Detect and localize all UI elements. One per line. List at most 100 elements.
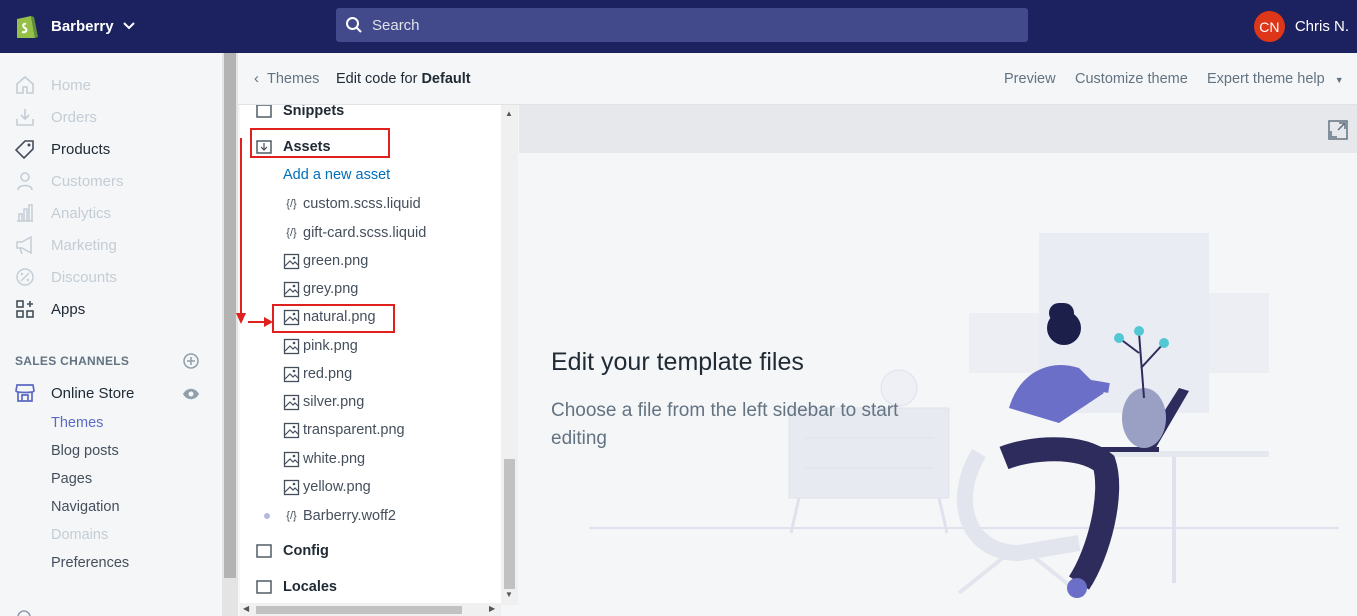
folder-icon bbox=[256, 544, 272, 558]
chevron-down-icon bbox=[122, 22, 135, 30]
preview-link[interactable]: Preview bbox=[1004, 71, 1056, 87]
annotation-arrow-icon bbox=[236, 138, 273, 327]
scroll-up-icon[interactable]: ▲ bbox=[505, 109, 513, 118]
sidebar-item-marketing[interactable]: Marketing bbox=[14, 233, 117, 257]
sidebar-item-analytics[interactable]: Analytics bbox=[14, 201, 111, 225]
sidebar-sub-domains[interactable]: Domains bbox=[51, 527, 108, 543]
file-yellow-png[interactable]: yellow.png bbox=[283, 474, 371, 500]
user-name: Chris N. bbox=[1294, 18, 1349, 35]
sidebar-item-label: Apps bbox=[51, 300, 86, 318]
file-label: grey.png bbox=[303, 281, 359, 297]
sidebar-item-label: Discounts bbox=[51, 268, 117, 286]
code-file-icon: {/} bbox=[286, 510, 297, 522]
file-barberry-woff2[interactable]: {/} Barberry.woff2 bbox=[283, 503, 396, 529]
file-red-png[interactable]: red.png bbox=[283, 361, 352, 387]
expand-icon[interactable] bbox=[1328, 120, 1348, 140]
folder-icon bbox=[256, 105, 272, 118]
folder-label: Config bbox=[283, 543, 329, 559]
unsaved-dot bbox=[264, 513, 270, 519]
sales-channels-title: SALES CHANNELS bbox=[15, 354, 130, 368]
file-tree: Snippets Assets Add a new asset {/} custo… bbox=[240, 105, 501, 605]
customize-theme-link[interactable]: Customize theme bbox=[1075, 71, 1188, 87]
sidebar-sub-pages[interactable]: Pages bbox=[51, 471, 92, 487]
store-name: Barberry bbox=[51, 17, 114, 35]
folder-icon bbox=[256, 580, 272, 594]
code-file-icon: {/} bbox=[286, 198, 297, 210]
scroll-left-icon[interactable]: ◀ bbox=[243, 604, 249, 613]
sidebar-item-customers[interactable]: Customers bbox=[14, 169, 124, 193]
highlight-natural-box bbox=[272, 304, 395, 333]
file-tree-vertical-scrollbar[interactable]: ▲ ▼ bbox=[501, 105, 518, 605]
image-file-icon bbox=[283, 338, 300, 354]
file-white-png[interactable]: white.png bbox=[283, 446, 365, 472]
tag-icon bbox=[14, 138, 36, 160]
title-prefix: Edit code for bbox=[336, 71, 418, 87]
discount-icon bbox=[14, 266, 36, 288]
page-title: Edit code for Default bbox=[336, 71, 471, 87]
sidebar-item-orders[interactable]: Orders bbox=[14, 105, 97, 129]
add-new-asset-link[interactable]: Add a new asset bbox=[283, 162, 390, 188]
image-file-icon bbox=[283, 422, 300, 438]
image-file-icon bbox=[283, 253, 300, 269]
code-file-icon: {/} bbox=[286, 227, 297, 239]
file-gift-card-scss[interactable]: {/} gift-card.scss.liquid bbox=[283, 220, 426, 246]
store-switcher[interactable]: Barberry bbox=[14, 12, 136, 40]
file-label: red.png bbox=[303, 366, 353, 382]
sidebar-item-discounts[interactable]: Discounts bbox=[14, 265, 117, 289]
file-transparent-png[interactable]: transparent.png bbox=[283, 417, 405, 443]
folder-locales[interactable]: Locales bbox=[256, 574, 337, 600]
megaphone-icon bbox=[14, 234, 36, 256]
title-theme: Default bbox=[421, 71, 471, 87]
settings-icon[interactable] bbox=[15, 608, 33, 616]
sidebar-item-label: Orders bbox=[51, 108, 97, 126]
add-channel-icon[interactable] bbox=[183, 353, 199, 369]
sidebar-sub-navigation[interactable]: Navigation bbox=[51, 499, 120, 515]
file-green-png[interactable]: green.png bbox=[283, 248, 368, 274]
sidebar-item-products[interactable]: Products bbox=[14, 137, 110, 161]
search-input[interactable] bbox=[372, 16, 972, 34]
user-menu[interactable]: CN Chris N. bbox=[1253, 11, 1349, 42]
sidebar-item-label: Analytics bbox=[51, 204, 112, 222]
file-label: white.png bbox=[303, 451, 366, 467]
home-icon bbox=[14, 74, 36, 96]
file-label: yellow.png bbox=[303, 479, 371, 495]
sidebar-sub-blog-posts[interactable]: Blog posts bbox=[51, 443, 119, 459]
sidebar-sub-themes[interactable]: Themes bbox=[51, 415, 103, 431]
file-label: Barberry.woff2 bbox=[303, 508, 396, 524]
file-label: transparent.png bbox=[303, 422, 405, 438]
folder-snippets[interactable]: Snippets bbox=[256, 105, 344, 124]
search-bar[interactable] bbox=[336, 8, 1028, 42]
scroll-right-icon[interactable]: ▶ bbox=[489, 604, 495, 613]
apps-icon bbox=[14, 298, 36, 320]
file-custom-scss[interactable]: {/} custom.scss.liquid bbox=[283, 191, 421, 217]
scrollbar-thumb[interactable] bbox=[504, 459, 515, 589]
sidebar-item-apps[interactable]: Apps bbox=[14, 297, 85, 321]
sidebar-sub-preferences[interactable]: Preferences bbox=[51, 555, 129, 571]
folder-label: Snippets bbox=[283, 105, 345, 119]
avatar: CN bbox=[1253, 11, 1285, 42]
scroll-down-icon[interactable]: ▼ bbox=[505, 590, 513, 599]
file-tree-horizontal-scrollbar[interactable]: ◀ ▶ bbox=[240, 603, 501, 616]
file-silver-png[interactable]: silver.png bbox=[283, 389, 364, 415]
sidebar-item-online-store[interactable]: Online Store bbox=[14, 381, 134, 405]
shopify-logo-icon bbox=[17, 15, 38, 38]
sidebar-item-home[interactable]: Home bbox=[14, 73, 91, 97]
image-file-icon bbox=[283, 366, 300, 382]
file-grey-png[interactable]: grey.png bbox=[283, 276, 358, 302]
editor-header: ‹ Themes Edit code for Default Preview C… bbox=[238, 53, 1357, 105]
top-bar: Barberry CN Chris N. bbox=[0, 0, 1357, 53]
expert-help-label: Expert theme help bbox=[1207, 71, 1325, 87]
folder-config[interactable]: Config bbox=[256, 538, 329, 564]
sidebar-item-label: Marketing bbox=[51, 236, 117, 254]
person-icon bbox=[14, 170, 36, 192]
eye-icon[interactable] bbox=[182, 388, 200, 400]
orders-icon bbox=[14, 106, 36, 128]
image-file-icon bbox=[283, 451, 300, 467]
file-label: custom.scss.liquid bbox=[303, 196, 421, 212]
back-to-themes-link[interactable]: ‹ Themes bbox=[254, 70, 319, 87]
folder-label: Locales bbox=[283, 579, 337, 595]
scrollbar-thumb[interactable] bbox=[256, 606, 462, 614]
expert-help-dropdown[interactable]: Expert theme help ▼ bbox=[1207, 71, 1344, 87]
sidebar-item-label: Home bbox=[51, 76, 92, 94]
file-pink-png[interactable]: pink.png bbox=[283, 333, 358, 359]
